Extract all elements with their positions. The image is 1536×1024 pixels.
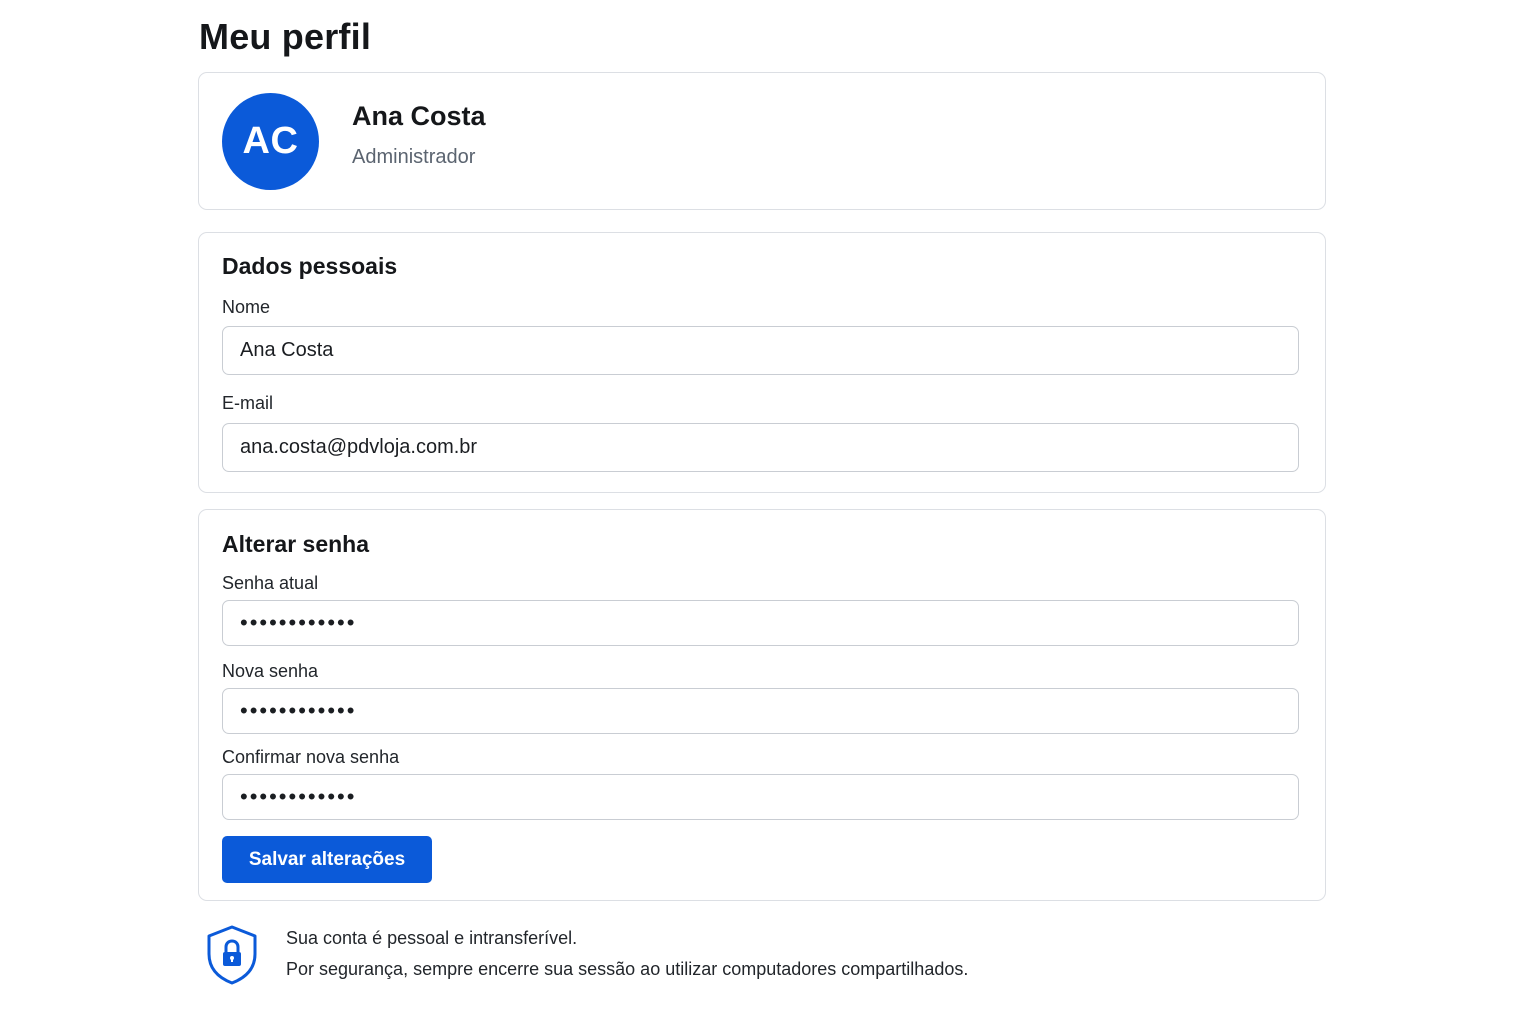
shield-lock-icon — [207, 925, 257, 985]
personal-data-title: Dados pessoais — [222, 253, 398, 279]
personal-data-card: Dados pessoais Nome E-mail — [198, 232, 1326, 493]
new-password-input[interactable] — [222, 688, 1299, 734]
profile-page: Meu perfil AC Ana Costa Administrador Da… — [0, 0, 1536, 1024]
new-password-label: Nova senha — [222, 661, 319, 681]
page-title: Meu perfil — [199, 16, 372, 57]
profile-name: Ana Costa — [352, 101, 486, 131]
name-input[interactable] — [222, 326, 1299, 375]
save-changes-button[interactable]: Salvar alterações — [222, 836, 432, 883]
current-password-input[interactable] — [222, 600, 1299, 646]
change-password-card: Alterar senha Senha atual Nova senha Con… — [198, 509, 1326, 901]
confirm-password-label: Confirmar nova senha — [222, 747, 400, 767]
profile-card: AC Ana Costa Administrador — [198, 72, 1326, 210]
email-label: E-mail — [222, 393, 274, 413]
profile-role: Administrador — [352, 146, 476, 168]
email-input[interactable] — [222, 423, 1299, 472]
change-password-title: Alterar senha — [222, 531, 370, 557]
name-label: Nome — [222, 297, 271, 317]
confirm-password-input[interactable] — [222, 774, 1299, 820]
current-password-label: Senha atual — [222, 573, 319, 593]
notice-line-1: Sua conta é pessoal e intransferível. — [286, 928, 578, 948]
avatar: AC — [222, 93, 319, 190]
notice-line-2: Por segurança, sempre encerre sua sessão… — [286, 959, 969, 979]
